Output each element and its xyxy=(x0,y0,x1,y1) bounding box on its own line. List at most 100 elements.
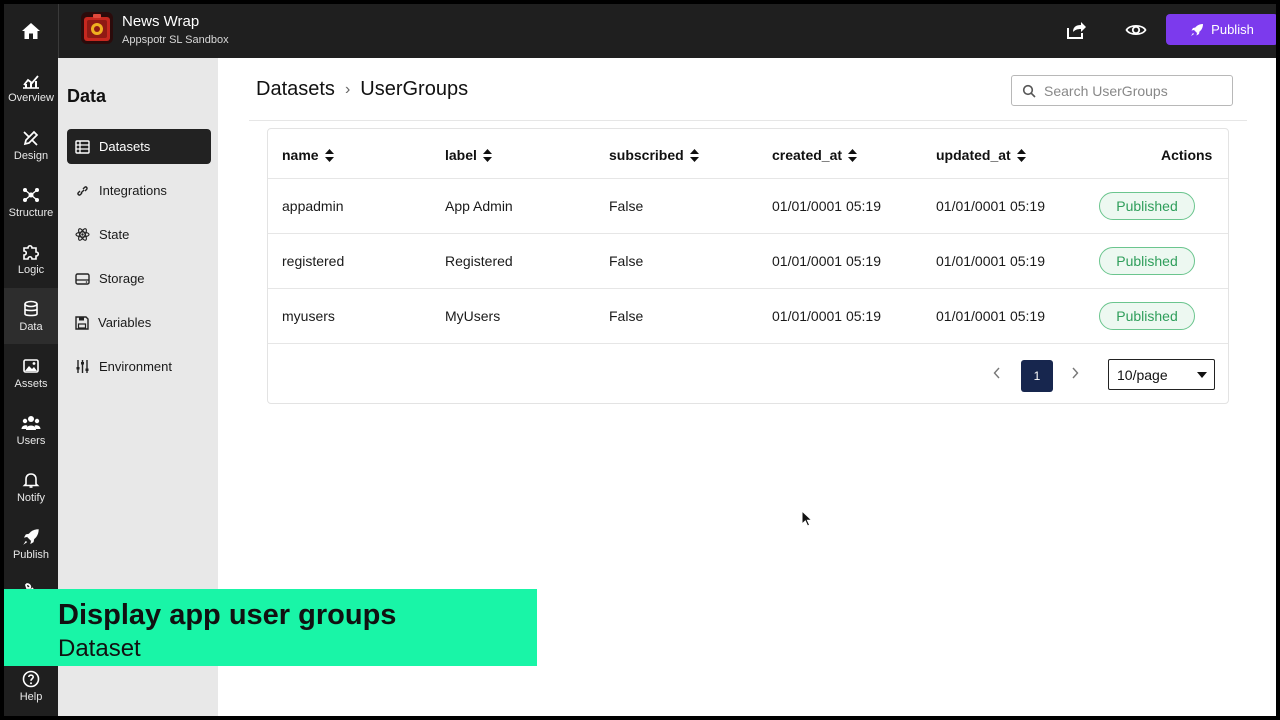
column-header-label: name xyxy=(282,147,319,163)
sliders-icon xyxy=(76,360,89,373)
page-size-select[interactable]: 10/page xyxy=(1108,359,1215,390)
sidebar-item-label: Integrations xyxy=(99,183,167,198)
eye-icon xyxy=(1125,24,1147,36)
breadcrumb-datasets-link[interactable]: Datasets xyxy=(256,78,335,101)
image-icon xyxy=(23,358,39,373)
atom-icon xyxy=(75,228,90,241)
cell-label: App Admin xyxy=(445,198,513,214)
rail-label: Logic xyxy=(17,263,45,276)
rail-item-notify[interactable]: Notify xyxy=(4,459,58,515)
status-badge[interactable]: Published xyxy=(1099,302,1195,330)
cell-created-at: 01/01/0001 05:19 xyxy=(772,198,881,214)
app-environment: Appspotr SL Sandbox xyxy=(122,34,229,46)
sort-icon xyxy=(689,148,699,162)
structure-icon xyxy=(23,187,39,202)
publish-button[interactable]: Publish xyxy=(1166,14,1276,45)
table-row[interactable]: appadmin App Admin False 01/01/0001 05:1… xyxy=(268,178,1228,233)
rail-item-data[interactable]: Data xyxy=(4,288,58,344)
sidebar-item-variables[interactable]: Variables xyxy=(67,305,211,340)
table-row[interactable]: registered Registered False 01/01/0001 0… xyxy=(268,233,1228,288)
rail-label: Users xyxy=(16,434,46,447)
caption-title: Display app user groups xyxy=(58,599,397,631)
sidebar-item-label: State xyxy=(99,227,130,242)
sidebar-item-storage[interactable]: Storage xyxy=(67,261,211,296)
rail-label: Structure xyxy=(8,206,54,219)
column-header-created-at[interactable]: created_at xyxy=(772,147,858,163)
next-page-button[interactable] xyxy=(1065,363,1085,383)
app-window: News Wrap Appspotr SL Sandbox Publish Ov… xyxy=(4,4,1276,716)
chart-icon xyxy=(23,74,39,89)
link-icon xyxy=(77,185,88,196)
rail-label: Overview xyxy=(8,91,54,104)
rail-label: Notify xyxy=(16,491,46,504)
rail-label: Publish xyxy=(12,548,50,561)
search-input[interactable] xyxy=(1044,82,1224,99)
rail-item-assets[interactable]: Assets xyxy=(4,345,58,401)
search-box[interactable] xyxy=(1011,75,1233,106)
header-divider xyxy=(249,120,1247,121)
cell-name: myusers xyxy=(282,308,335,324)
page-size-value: 10/page xyxy=(1117,366,1168,383)
rail-item-design[interactable]: Design xyxy=(4,117,58,173)
rocket-icon xyxy=(1191,23,1204,36)
puzzle-icon xyxy=(23,244,40,260)
rail-label: Assets xyxy=(14,377,48,390)
cell-updated-at: 01/01/0001 05:19 xyxy=(936,253,1045,269)
help-icon xyxy=(22,670,40,687)
column-header-label: label xyxy=(445,147,477,163)
status-badge[interactable]: Published xyxy=(1099,247,1195,275)
column-header-updated-at[interactable]: updated_at xyxy=(936,147,1026,163)
table-icon xyxy=(75,139,90,154)
mouse-cursor-icon xyxy=(801,510,813,527)
column-header-label: updated_at xyxy=(936,147,1011,163)
rail-label: Data xyxy=(19,320,43,333)
caret-down-icon xyxy=(1197,372,1207,378)
column-header-label: Actions xyxy=(1161,147,1213,163)
page-number-button[interactable]: 1 xyxy=(1021,360,1053,392)
sidebar-item-label: Datasets xyxy=(99,139,151,154)
cell-label: MyUsers xyxy=(445,308,501,324)
status-badge[interactable]: Published xyxy=(1099,192,1195,220)
rail-item-help[interactable]: Help xyxy=(4,658,58,714)
rail-item-overview[interactable]: Overview xyxy=(4,60,58,116)
sidebar-item-environment[interactable]: Environment xyxy=(67,349,211,384)
sort-icon xyxy=(1016,148,1026,162)
cell-updated-at: 01/01/0001 05:19 xyxy=(936,198,1045,214)
rail-item-logic[interactable]: Logic xyxy=(4,231,58,287)
rail-label: Help xyxy=(19,690,43,703)
cell-name: appadmin xyxy=(282,198,344,214)
breadcrumb: Datasets › UserGroups xyxy=(256,78,468,101)
caption-banner: Display app user groups Dataset xyxy=(4,589,537,666)
users-icon xyxy=(21,415,41,430)
cell-created-at: 01/01/0001 05:19 xyxy=(772,253,881,269)
sidebar-item-label: Storage xyxy=(99,271,145,286)
home-button[interactable] xyxy=(4,4,58,58)
sidebar-item-label: Environment xyxy=(99,359,172,374)
preview-button[interactable] xyxy=(1124,18,1148,42)
column-header-label[interactable]: label xyxy=(445,147,492,163)
sort-icon xyxy=(848,148,858,162)
home-icon xyxy=(22,23,40,39)
rail-item-users[interactable]: Users xyxy=(4,402,58,458)
prev-page-button[interactable] xyxy=(987,363,1007,383)
topbar-divider xyxy=(58,4,59,58)
rail-item-structure[interactable]: Structure xyxy=(4,174,58,230)
chevron-left-icon xyxy=(993,367,1000,379)
rail-item-publish[interactable]: Publish xyxy=(4,516,58,572)
sidebar-item-label: Variables xyxy=(98,315,152,330)
app-logo xyxy=(81,12,113,44)
share-button[interactable] xyxy=(1064,18,1088,42)
cell-subscribed: False xyxy=(609,198,644,214)
sidebar-item-state[interactable]: State xyxy=(67,217,211,252)
sidebar-item-datasets[interactable]: Datasets xyxy=(67,129,211,164)
column-header-subscribed[interactable]: subscribed xyxy=(609,147,699,163)
column-header-name[interactable]: name xyxy=(282,147,334,163)
search-icon xyxy=(1022,84,1036,98)
rocket-icon xyxy=(23,528,39,545)
sort-icon xyxy=(324,148,334,162)
table-row[interactable]: myusers MyUsers False 01/01/0001 05:19 0… xyxy=(268,288,1228,343)
save-icon xyxy=(75,315,89,330)
column-header-label: subscribed xyxy=(609,147,684,163)
sidebar-item-integrations[interactable]: Integrations xyxy=(67,173,211,208)
sidebar-title: Data xyxy=(67,86,107,106)
